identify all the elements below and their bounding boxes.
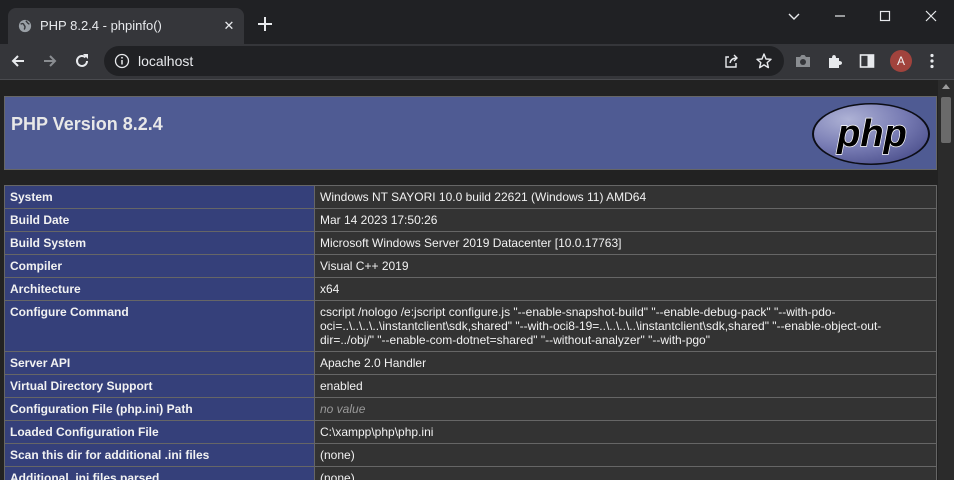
row-label: Build System <box>4 231 315 255</box>
tab-strip: PHP 8.2.4 - phpinfo() ✕ <box>0 0 954 44</box>
row-value: (none) <box>314 443 937 467</box>
tab-phpinfo[interactable]: PHP 8.2.4 - phpinfo() ✕ <box>8 8 244 44</box>
table-row: Virtual Directory Support enabled <box>4 374 937 398</box>
row-value: Mar 14 2023 17:50:26 <box>314 208 937 232</box>
maximize-icon[interactable] <box>877 8 893 24</box>
row-value: no value <box>314 397 937 421</box>
more-vert-icon[interactable] <box>923 52 941 70</box>
table-row: Configure Command cscript /nologo /e:jscr… <box>4 300 937 352</box>
row-value: Windows NT SAYORI 10.0 build 22621 (Wind… <box>314 185 937 209</box>
row-value: x64 <box>314 277 937 301</box>
back-arrow-icon[interactable] <box>9 52 27 70</box>
info-icon[interactable] <box>114 53 130 69</box>
row-label: Build Date <box>4 208 315 232</box>
share-icon[interactable] <box>723 53 740 70</box>
row-label: Scan this dir for additional .ini files <box>4 443 315 467</box>
row-label: Loaded Configuration File <box>4 420 315 444</box>
forward-arrow-icon[interactable] <box>41 52 59 70</box>
row-label: Server API <box>4 351 315 375</box>
table-row: Architecture x64 <box>4 277 937 301</box>
row-label: Additional .ini files parsed <box>4 466 315 480</box>
phpinfo-header: PHP Version 8.2.4 php <box>4 96 937 170</box>
tab-title: PHP 8.2.4 - phpinfo() <box>40 18 162 33</box>
phpinfo-table: System Windows NT SAYORI 10.0 build 22621… <box>4 185 937 480</box>
table-row: Build Date Mar 14 2023 17:50:26 <box>4 208 937 232</box>
globe-icon <box>18 19 32 33</box>
table-row: Build System Microsoft Windows Server 201… <box>4 231 937 255</box>
row-label: Virtual Directory Support <box>4 374 315 398</box>
row-label: Compiler <box>4 254 315 278</box>
close-window-icon[interactable] <box>923 8 939 24</box>
star-icon[interactable] <box>755 52 773 70</box>
row-label: System <box>4 185 315 209</box>
close-icon[interactable]: ✕ <box>221 18 237 34</box>
row-value: (none) <box>314 466 937 480</box>
table-row: Additional .ini files parsed (none) <box>4 466 937 480</box>
url-text[interactable]: localhost <box>138 53 193 69</box>
vertical-scrollbar[interactable] <box>938 80 954 480</box>
row-value: C:\xampp\php\php.ini <box>314 420 937 444</box>
page-viewport: PHP Version 8.2.4 php System Windows NT S… <box>0 80 938 480</box>
row-value: Visual C++ 2019 <box>314 254 937 278</box>
table-row: Server API Apache 2.0 Handler <box>4 351 937 375</box>
profile-avatar[interactable]: A <box>890 50 912 72</box>
table-row: Scan this dir for additional .ini files(… <box>4 443 937 467</box>
row-value: Apache 2.0 Handler <box>314 351 937 375</box>
side-panel-icon[interactable] <box>858 52 876 70</box>
camera-icon[interactable] <box>794 52 812 70</box>
row-value: Microsoft Windows Server 2019 Datacenter… <box>314 231 937 255</box>
row-value: enabled <box>314 374 937 398</box>
reload-icon[interactable] <box>73 52 91 70</box>
scroll-thumb[interactable] <box>941 97 951 143</box>
row-label: Configuration File (php.ini) Path <box>4 397 315 421</box>
row-value: cscript /nologo /e:jscript configure.js … <box>314 300 937 352</box>
row-label: Architecture <box>4 277 315 301</box>
table-row: System Windows NT SAYORI 10.0 build 22621… <box>4 185 937 209</box>
table-row: Configuration File (php.ini) Path no valu… <box>4 397 937 421</box>
row-label: Configure Command <box>4 300 315 352</box>
plus-icon[interactable] <box>255 14 275 34</box>
php-logo[interactable]: php <box>810 101 932 167</box>
minimize-icon[interactable] <box>832 8 848 24</box>
page-title: PHP Version 8.2.4 <box>11 114 163 134</box>
browser-toolbar: localhost A <box>0 44 954 79</box>
address-bar[interactable]: localhost <box>104 46 784 76</box>
puzzle-extension-icon[interactable] <box>826 52 844 70</box>
table-row: Loaded Configuration File C:\xampp\php\ph… <box>4 420 937 444</box>
table-row: Compiler Visual C++ 2019 <box>4 254 937 278</box>
php-logo-text: php <box>836 113 907 155</box>
scroll-up-arrow-icon[interactable] <box>942 84 950 89</box>
chevron-down-icon[interactable] <box>786 8 802 24</box>
